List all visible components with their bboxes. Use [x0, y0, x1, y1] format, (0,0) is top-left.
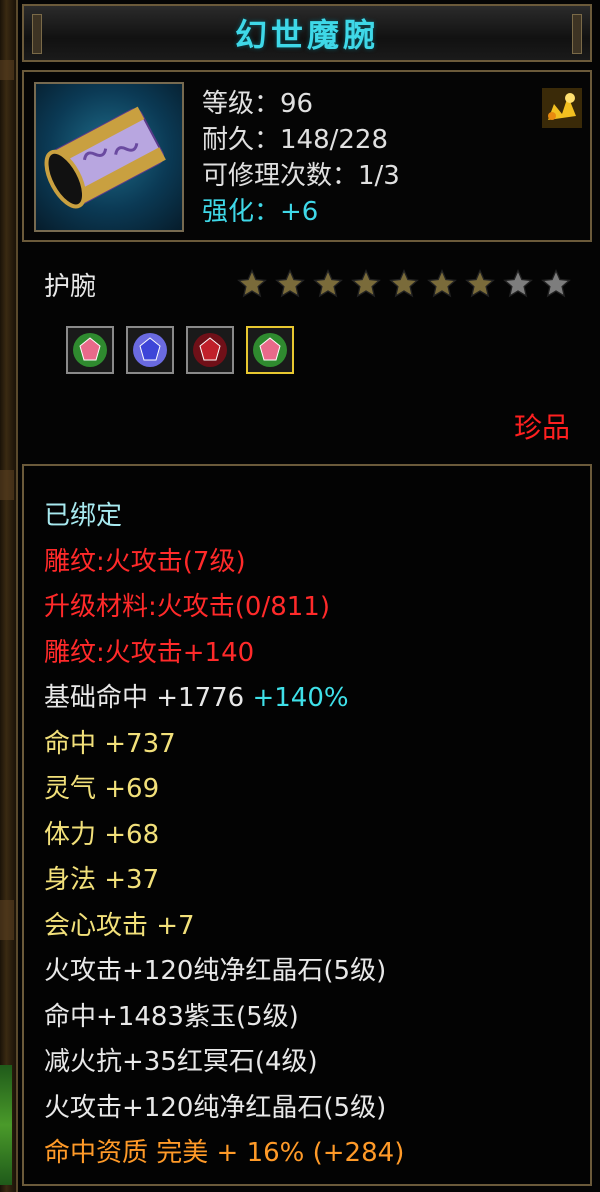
repair-count-stat: 可修理次数：1/3: [202, 161, 400, 191]
item-stats: 等级：96 耐久：148/228 可修理次数：1/3 强化：+6: [202, 86, 400, 230]
attribute-line: 身法 +37: [44, 865, 160, 895]
attribute-bonus: +140%: [252, 683, 349, 713]
pink-gem-icon[interactable]: [246, 326, 294, 374]
strip-ornament: [0, 470, 14, 500]
level-stat: 等级：96: [202, 89, 314, 119]
attributes-box: 已绑定雕纹:火攻击(7级) 升级材料:火攻击(0/811) 雕纹:火攻击+140 基础…: [22, 464, 592, 1186]
attribute-list: 已绑定雕纹:火攻击(7级) 升级材料:火攻击(0/811) 雕纹:火攻击+140 基础…: [44, 494, 404, 1177]
strip-ornament: [0, 900, 14, 940]
red-gem-icon[interactable]: [186, 326, 234, 374]
attribute-line: 减火抗+35红冥石(4级): [44, 1047, 318, 1077]
attribute-line: 雕纹:火攻击+140: [44, 637, 255, 668]
rarity-label: 珍品: [513, 411, 570, 444]
durability-stat: 耐久：148/228: [202, 125, 389, 155]
attribute-line: 会心攻击 +7: [44, 910, 195, 941]
gem-slots: [66, 326, 294, 374]
star-filled-icon: [312, 268, 344, 304]
attribute-line: 基础命中 +1776 +140%: [44, 683, 349, 713]
attribute-line: 命中资质 完美 + 16% (+284): [44, 1138, 405, 1168]
gold-emblem-icon: [540, 86, 584, 130]
purple-bracer-icon: [34, 82, 184, 232]
attribute-line: 火攻击+120纯净红晶石(5级): [44, 956, 387, 986]
star-filled-icon: [464, 268, 496, 304]
attribute-line: 升级材料:火攻击(0/811): [44, 592, 330, 622]
enhance-stat: 强化：+6: [202, 197, 319, 227]
star-empty-icon: [540, 268, 572, 304]
attribute-line: 命中 +737: [44, 728, 176, 759]
attribute-line: 灵气 +69: [44, 774, 160, 804]
blue-gem-icon[interactable]: [126, 326, 174, 374]
attribute-line: 命中+1483紫玉(5级): [44, 1001, 299, 1032]
item-info-box: 等级：96 耐久：148/228 可修理次数：1/3 强化：+6: [22, 70, 592, 242]
item-type-label: 护腕: [44, 272, 97, 302]
left-background-strip: [0, 0, 16, 1192]
attribute-line: 已绑定: [44, 501, 123, 531]
star-empty-icon: [502, 268, 534, 304]
attribute-line: 体力 +68: [44, 819, 160, 850]
attribute-line: 火攻击+120纯净红晶石(5级): [44, 1092, 387, 1123]
strip-ornament: [0, 60, 14, 80]
item-name: 幻世魔腕: [234, 16, 379, 54]
star-filled-icon: [350, 268, 382, 304]
star-filled-icon: [236, 268, 268, 304]
item-tooltip: 幻世魔腕 等级：96 耐久：148/228 可修理次数：1/3 强化：+6 护腕…: [16, 0, 600, 1192]
pink-gem-icon[interactable]: [66, 326, 114, 374]
tooltip-titlebar: 幻世魔腕: [22, 4, 592, 62]
strip-green-ornament: [0, 1065, 12, 1185]
star-rating: [236, 268, 572, 304]
attribute-line: 雕纹:火攻击(7级): [44, 546, 246, 577]
star-filled-icon: [426, 268, 458, 304]
star-filled-icon: [388, 268, 420, 304]
star-filled-icon: [274, 268, 306, 304]
